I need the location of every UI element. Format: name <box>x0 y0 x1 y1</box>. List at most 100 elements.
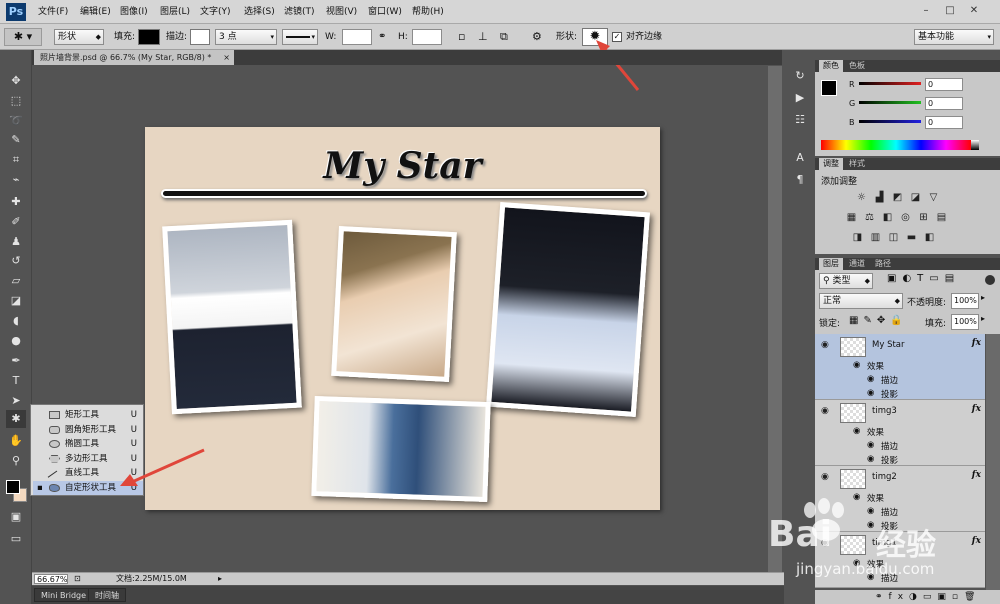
menu-item-0[interactable]: 文件(F) <box>38 0 68 24</box>
link-icon[interactable]: ⚭ <box>378 29 386 45</box>
channel-slider[interactable] <box>859 120 921 123</box>
blend-mode-select[interactable]: 正常 ◆ <box>819 293 903 309</box>
pen-tool-icon[interactable]: ✒ <box>6 352 26 370</box>
lasso-tool-icon[interactable]: ➰ <box>6 112 26 130</box>
channel-slider[interactable] <box>859 82 921 85</box>
width-input[interactable] <box>342 29 372 45</box>
channel-value-input[interactable]: 0 <box>925 116 963 129</box>
flyout-item-1[interactable]: 圆角矩形工具 U <box>33 423 143 437</box>
history-icon[interactable]: ↻ <box>791 68 809 84</box>
photo-timg4[interactable] <box>311 395 491 503</box>
levels-icon[interactable]: ▟ <box>873 192 886 204</box>
threshold-icon[interactable]: ◫ <box>887 232 900 244</box>
quick-mask-icon[interactable]: ▣ <box>6 508 26 526</box>
brush-tool-icon[interactable]: ✐ <box>6 213 26 231</box>
channel-value-input[interactable]: 0 <box>925 78 963 91</box>
menu-item-9[interactable]: 帮助(H) <box>412 0 444 24</box>
effect-eye-icon[interactable]: ◉ <box>867 374 874 384</box>
crop-tool-icon[interactable]: ⌗ <box>6 151 26 169</box>
document-tab[interactable]: 照片墙背景.psd @ 66.7% (My Star, RGB/8) * × <box>34 50 234 65</box>
blur-tool-icon[interactable]: ◖ <box>6 312 26 330</box>
eye-icon[interactable]: ◉ <box>821 340 829 350</box>
tab-color[interactable]: 颜色 <box>819 60 843 72</box>
tool-preset-picker[interactable]: ✱ ▾ <box>4 28 42 46</box>
opacity-arrow-icon[interactable]: ▸ <box>981 293 985 302</box>
color-spectrum-bar[interactable] <box>821 140 971 150</box>
exposure-icon[interactable]: ◪ <box>909 192 922 204</box>
menu-item-7[interactable]: 视图(V) <box>326 0 357 24</box>
actions-play-icon[interactable]: ▶ <box>791 90 809 106</box>
eye-icon[interactable]: ◉ <box>821 406 829 416</box>
tab-styles[interactable]: 样式 <box>845 158 869 170</box>
quick-select-tool-icon[interactable]: ✎ <box>6 131 26 149</box>
menu-item-1[interactable]: 编辑(E) <box>80 0 111 24</box>
invert-icon[interactable]: ◨ <box>851 232 864 244</box>
path-arrangement-icon[interactable]: ⧉ <box>500 29 508 45</box>
photo-filter-icon[interactable]: ◎ <box>899 212 912 224</box>
effect-eye-icon[interactable]: ◉ <box>867 454 874 464</box>
fill-arrow-icon[interactable]: ▸ <box>981 314 985 323</box>
tab-channels[interactable]: 通道 <box>845 258 869 270</box>
stroke-width-select[interactable]: 3 点 ▾ <box>215 29 277 45</box>
clone-stamp-icon[interactable]: ♟ <box>6 233 26 251</box>
status-menu-arrow-icon[interactable]: ▸ <box>218 573 222 585</box>
layer-row[interactable]: ◉ My Star fx ◉ 效果 ◉ 描边 ◉ 投影 <box>815 334 985 400</box>
foreground-swatch[interactable] <box>6 480 20 494</box>
hand-tool-icon[interactable]: ✋ <box>6 432 26 450</box>
menu-item-2[interactable]: 图像(I) <box>120 0 148 24</box>
menu-item-4[interactable]: 文字(Y) <box>200 0 231 24</box>
gear-icon[interactable]: ⚙ <box>532 29 542 45</box>
tab-swatches[interactable]: 色板 <box>845 60 869 72</box>
opacity-input[interactable]: 100% <box>951 293 979 309</box>
path-operations-icon[interactable]: ▫ <box>458 29 465 45</box>
status-icon[interactable]: ⊡ <box>74 573 81 585</box>
healing-brush-icon[interactable]: ✚ <box>6 193 26 211</box>
eye-icon[interactable]: ◉ <box>821 472 829 482</box>
effects-eye-icon[interactable]: ◉ <box>853 360 860 370</box>
menu-item-6[interactable]: 滤镜(T) <box>284 0 315 24</box>
effect-eye-icon[interactable]: ◉ <box>867 388 874 398</box>
close-window-button[interactable]: ✕ <box>966 4 982 18</box>
fx-icon[interactable]: fx <box>972 470 981 480</box>
fill-swatch[interactable] <box>138 29 160 45</box>
menu-item-5[interactable]: 选择(S) <box>244 0 275 24</box>
gradient-map-icon[interactable]: ▬ <box>905 232 918 244</box>
maximize-button[interactable]: □ <box>942 4 958 18</box>
photo-timg1[interactable] <box>162 219 302 415</box>
eyedropper-tool-icon[interactable]: ⌁ <box>6 171 26 189</box>
menu-item-3[interactable]: 图层(L) <box>160 0 190 24</box>
zoom-tool-icon[interactable]: ⚲ <box>6 452 26 470</box>
tab-mini-bridge[interactable]: Mini Bridge <box>34 588 94 602</box>
marquee-tool-icon[interactable]: ⬚ <box>6 92 26 110</box>
stroke-type-select[interactable]: ▾ <box>282 29 318 45</box>
tab-timeline[interactable]: 时间轴 <box>88 588 126 602</box>
channel-value-input[interactable]: 0 <box>925 97 963 110</box>
screen-mode-icon[interactable]: ▭ <box>6 530 26 548</box>
properties-icon[interactable]: ☷ <box>791 112 809 128</box>
minimize-button[interactable]: – <box>918 4 934 18</box>
layer-filter-select[interactable]: ⚲ 类型 ◆ <box>819 273 873 289</box>
brightness-icon[interactable]: ☼ <box>855 192 868 204</box>
tab-layers[interactable]: 图层 <box>819 258 843 270</box>
mode-select[interactable]: 形状 ◆ <box>54 29 104 45</box>
lookup-icon[interactable]: ▤ <box>935 212 948 224</box>
selective-color-icon[interactable]: ◧ <box>923 232 936 244</box>
fill-input[interactable]: 100% <box>951 314 979 330</box>
layer-filter-icons[interactable]: ▣◐T▭▤ <box>887 273 960 284</box>
flyout-item-0[interactable]: 矩形工具 U <box>33 408 143 422</box>
path-select-icon[interactable]: ➤ <box>6 392 26 410</box>
path-alignment-icon[interactable]: ⊥ <box>478 29 488 45</box>
hue-sat-icon[interactable]: ▦ <box>845 212 858 224</box>
dodge-tool-icon[interactable]: ● <box>6 332 26 350</box>
move-tool-icon[interactable]: ✥ <box>6 72 26 90</box>
paint-bucket-icon[interactable]: ◪ <box>6 292 26 310</box>
layer-row[interactable]: ◉ timg3 fx ◉ 效果 ◉ 描边 ◉ 投影 <box>815 400 985 466</box>
history-brush-icon[interactable]: ↺ <box>6 252 26 270</box>
menu-item-8[interactable]: 窗口(W) <box>368 0 402 24</box>
vibrance-icon[interactable]: ▽ <box>927 192 940 204</box>
grayscale-ramp[interactable] <box>971 140 979 150</box>
bw-icon[interactable]: ◧ <box>881 212 894 224</box>
channel-slider[interactable] <box>859 101 921 104</box>
stroke-swatch[interactable] <box>190 29 210 45</box>
layers-footer-icons[interactable]: ⚭fx◑▭▣▫🗑 <box>815 590 1000 604</box>
